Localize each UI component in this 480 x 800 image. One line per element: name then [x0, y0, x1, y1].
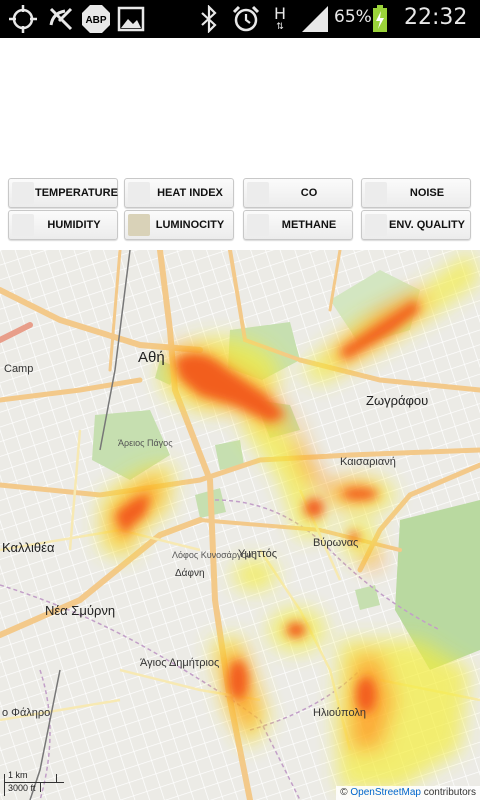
- map-attribution: © OpenStreetMap contributors: [336, 786, 480, 800]
- label-faliro: ο Φάληρο: [2, 707, 50, 719]
- bluetooth-icon: [197, 5, 221, 33]
- status-bar: ABP H ⇅ 65% 22:32: [0, 0, 480, 38]
- toggle-indicator: [12, 214, 34, 236]
- signal-icon: [300, 5, 330, 33]
- toggle-label: CO: [300, 187, 318, 199]
- toggle-label: LUMINOCITY: [155, 219, 225, 231]
- osm-link[interactable]: OpenStreetMap: [350, 787, 421, 798]
- network-type-icon: H ⇅: [273, 4, 287, 33]
- toggle-noise[interactable]: NOISE: [361, 178, 471, 208]
- clock: 22:32: [404, 5, 468, 30]
- toggle-indicator: [365, 182, 387, 204]
- label-camp: Camp: [4, 363, 33, 375]
- toggle-indicator-checked: [128, 214, 150, 236]
- label-nea-smyrni: Νέα Σμύρνη: [45, 603, 115, 618]
- map-canvas[interactable]: Αθή Καλλιθέα Νέα Σμύρνη Ζωγράφου Καισαρι…: [0, 250, 480, 800]
- toggle-luminocity[interactable]: LUMINOCITY: [124, 210, 234, 240]
- battery-percent: 65%: [334, 7, 372, 27]
- map-scale-bar: 1 km 3000 ft: [4, 770, 64, 796]
- toggle-co[interactable]: CO: [243, 178, 353, 208]
- toggle-env-quality[interactable]: ENV. QUALITY: [361, 210, 471, 240]
- toggle-humidity[interactable]: HUMIDITY: [8, 210, 118, 240]
- toggle-heat-index[interactable]: HEAT INDEX: [124, 178, 234, 208]
- toggle-label: TEMPERATURE: [35, 187, 118, 199]
- heatmap-map-view[interactable]: Αθή Καλλιθέα Νέα Σμύρνη Ζωγράφου Καισαρι…: [0, 250, 480, 800]
- toggle-indicator: [128, 182, 150, 204]
- toggle-methane[interactable]: METHANE: [243, 210, 353, 240]
- toggle-label: METHANE: [281, 219, 337, 231]
- label-zografou: Ζωγράφου: [366, 393, 428, 408]
- toggle-label: NOISE: [409, 187, 445, 199]
- battery-icon: [370, 5, 390, 33]
- label-agios-dimitrios: Άγιος Δημήτριος: [140, 657, 219, 669]
- toggle-label: HEAT INDEX: [157, 187, 223, 199]
- no-signal-icon: [46, 5, 76, 33]
- label-lofos: Λόφος Κυνοσάργους: [172, 550, 256, 560]
- label-athens: Αθή: [138, 349, 165, 366]
- sensor-toggle-grid: TEMPERATURE HEAT INDEX CO NOISE HUMIDITY…: [0, 174, 480, 244]
- toggle-label: ENV. QUALITY: [389, 219, 465, 231]
- label-vyronas: Βύρωνας: [313, 537, 358, 549]
- scale-km: 1 km: [8, 770, 28, 780]
- scale-ft: 3000 ft: [8, 783, 36, 793]
- header-area: [0, 38, 480, 174]
- adblock-icon: ABP: [81, 5, 111, 33]
- label-ilioupoli: Ηλιούπολη: [313, 707, 366, 719]
- toggle-indicator: [247, 182, 269, 204]
- toggle-temperature[interactable]: TEMPERATURE: [8, 178, 118, 208]
- gps-icon: [6, 5, 40, 33]
- label-kallithea: Καλλιθέα: [2, 540, 55, 555]
- svg-text:ABP: ABP: [85, 15, 106, 26]
- gallery-icon: [116, 5, 146, 33]
- toggle-indicator: [365, 214, 387, 236]
- label-dafni: Δάφνη: [175, 567, 205, 579]
- toggle-indicator: [247, 214, 269, 236]
- alarm-icon: [230, 5, 262, 33]
- toggle-label: HUMIDITY: [47, 219, 101, 231]
- label-areios-pagos: Άρειος Πάγος: [118, 438, 173, 448]
- label-kaisariani: Καισαριανή: [340, 456, 396, 468]
- toggle-indicator: [12, 182, 34, 204]
